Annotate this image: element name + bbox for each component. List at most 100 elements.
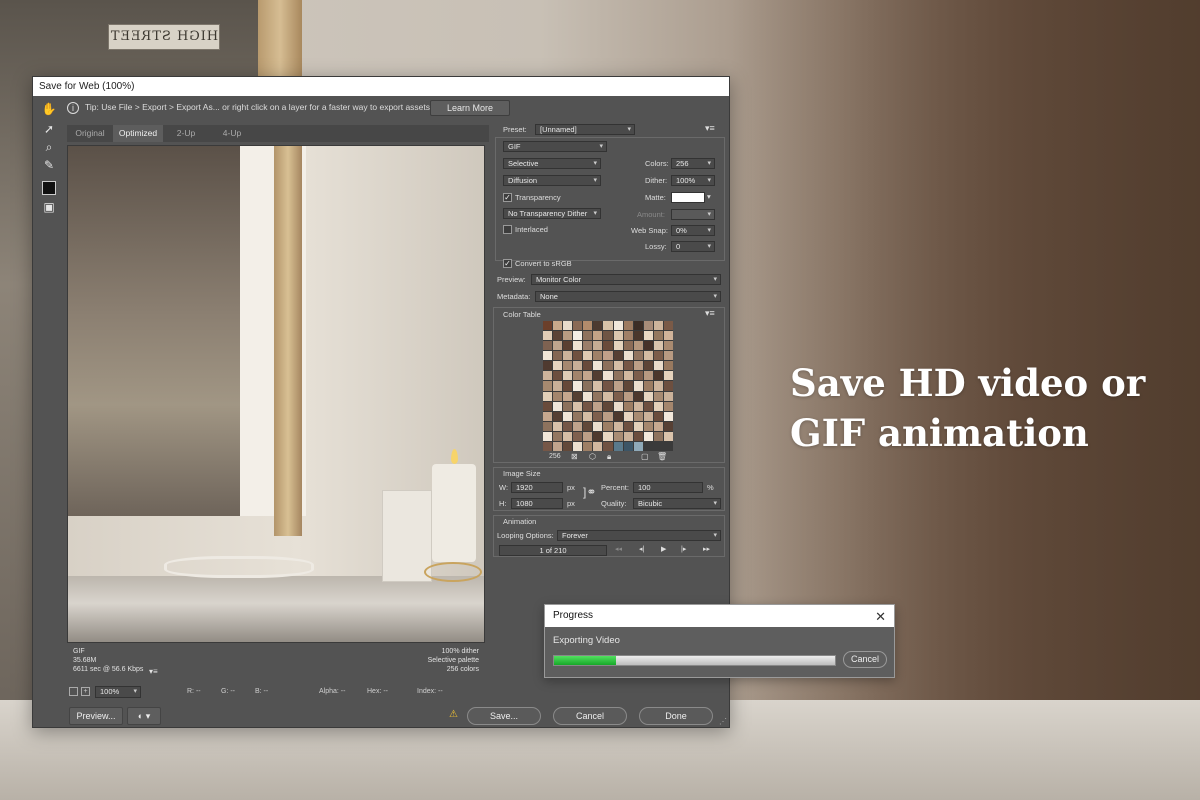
color-swatch[interactable] — [563, 371, 573, 381]
preview-select[interactable]: Monitor Color — [531, 274, 721, 285]
transparency-dither-select[interactable]: No Transparency Dither — [503, 208, 601, 219]
color-swatch[interactable] — [553, 341, 563, 351]
color-swatch[interactable] — [583, 411, 593, 421]
color-swatch[interactable] — [543, 371, 553, 381]
color-swatch[interactable] — [653, 341, 663, 351]
color-swatch[interactable] — [563, 381, 573, 391]
download-rate-menu-icon[interactable]: ▾≡ — [149, 667, 158, 676]
color-swatch[interactable] — [663, 401, 673, 411]
color-swatch[interactable] — [663, 431, 673, 441]
metadata-select[interactable]: None — [535, 291, 721, 302]
color-swatch[interactable] — [543, 351, 553, 361]
play-icon[interactable]: ▶ — [661, 545, 666, 553]
percent-input[interactable]: 100 — [633, 482, 703, 493]
color-swatch[interactable] — [553, 331, 563, 341]
slice-select-tool-icon[interactable]: ➚ — [41, 121, 57, 137]
color-swatch[interactable] — [583, 401, 593, 411]
color-swatch[interactable] — [623, 371, 633, 381]
previous-frame-icon[interactable]: ◂| — [639, 545, 644, 553]
color-swatch[interactable] — [643, 371, 653, 381]
color-swatch[interactable] — [553, 321, 563, 331]
learn-more-button[interactable]: Learn More — [430, 100, 510, 116]
zoom-select[interactable]: 100% — [95, 686, 141, 698]
first-frame-icon[interactable]: ◂◂ — [615, 545, 622, 553]
tab-2-up[interactable]: 2-Up — [163, 125, 209, 142]
color-swatch[interactable] — [583, 361, 593, 371]
color-swatch[interactable] — [633, 321, 643, 331]
color-swatch[interactable] — [623, 321, 633, 331]
color-swatch[interactable] — [653, 421, 663, 431]
color-swatch[interactable] — [633, 421, 643, 431]
color-swatch[interactable] — [583, 321, 593, 331]
tab-original[interactable]: Original — [67, 125, 113, 142]
color-swatch[interactable] — [593, 351, 603, 361]
new-color-icon[interactable]: ▢ — [641, 452, 649, 461]
color-swatch[interactable] — [663, 371, 673, 381]
color-swatch[interactable] — [663, 321, 673, 331]
reduction-select[interactable]: Selective — [503, 158, 601, 169]
color-swatch[interactable] — [543, 341, 553, 351]
width-input[interactable]: 1920 — [511, 482, 563, 493]
color-swatch[interactable] — [643, 421, 653, 431]
color-swatch[interactable] — [553, 391, 563, 401]
color-swatch[interactable] — [633, 381, 643, 391]
color-swatch[interactable] — [543, 411, 553, 421]
color-swatch[interactable] — [633, 361, 643, 371]
color-swatch[interactable] — [613, 431, 623, 441]
color-swatch[interactable] — [543, 361, 553, 371]
color-swatch[interactable] — [603, 421, 613, 431]
zoom-tool-icon[interactable]: ⌕ — [41, 139, 57, 155]
color-swatch[interactable] — [663, 421, 673, 431]
preview-button[interactable]: Preview... — [69, 707, 123, 725]
color-swatch[interactable] — [543, 421, 553, 431]
color-swatch[interactable] — [663, 331, 673, 341]
color-swatch[interactable] — [563, 401, 573, 411]
color-swatch[interactable] — [563, 431, 573, 441]
quality-select[interactable]: Bicubic — [633, 498, 721, 509]
color-swatch[interactable] — [613, 421, 623, 431]
color-swatch[interactable] — [663, 391, 673, 401]
color-swatch[interactable] — [563, 331, 573, 341]
color-swatch[interactable] — [573, 361, 583, 371]
color-swatch[interactable] — [643, 431, 653, 441]
lock-color-icon[interactable]: 🔒︎ — [607, 452, 611, 462]
height-input[interactable]: 1080 — [511, 498, 563, 509]
color-swatch[interactable] — [593, 381, 603, 391]
color-swatch[interactable] — [613, 361, 623, 371]
dither-algorithm-select[interactable]: Diffusion — [503, 175, 601, 186]
next-frame-icon[interactable]: |▸ — [681, 545, 686, 553]
color-swatch[interactable] — [543, 441, 553, 451]
color-swatch[interactable] — [593, 441, 603, 451]
color-swatch[interactable] — [593, 341, 603, 351]
optimize-menu-icon[interactable]: ▾≡ — [705, 123, 715, 134]
zoom-out-icon[interactable] — [69, 687, 78, 696]
web-snap-select[interactable]: 0% — [671, 225, 715, 236]
color-swatch[interactable] — [643, 411, 653, 421]
color-swatch[interactable] — [643, 361, 653, 371]
color-swatch[interactable] — [563, 361, 573, 371]
color-swatch[interactable] — [553, 411, 563, 421]
eyedropper-tool-icon[interactable]: ✎ — [41, 157, 57, 173]
resize-grip-icon[interactable]: ⋰ — [719, 717, 727, 726]
color-swatch[interactable] — [573, 391, 583, 401]
color-swatch[interactable] — [603, 441, 613, 451]
color-swatch[interactable] — [553, 401, 563, 411]
color-swatch[interactable] — [553, 421, 563, 431]
color-swatch[interactable] — [603, 341, 613, 351]
color-swatch[interactable] — [583, 431, 593, 441]
color-swatch[interactable] — [643, 331, 653, 341]
color-swatch[interactable] — [593, 371, 603, 381]
color-swatch[interactable] — [583, 391, 593, 401]
color-swatch[interactable] — [563, 351, 573, 361]
transparency-checkbox[interactable]: ✓ — [503, 193, 512, 202]
color-swatch[interactable] — [543, 391, 553, 401]
color-swatch[interactable] — [553, 441, 563, 451]
color-swatch[interactable] — [603, 391, 613, 401]
color-swatch[interactable] — [603, 381, 613, 391]
color-swatch[interactable] — [653, 411, 663, 421]
color-swatch[interactable] — [653, 361, 663, 371]
zoom-in-icon[interactable]: + — [81, 687, 90, 696]
save-button[interactable]: Save... — [467, 707, 541, 725]
color-swatch[interactable] — [663, 341, 673, 351]
color-swatch[interactable] — [573, 401, 583, 411]
